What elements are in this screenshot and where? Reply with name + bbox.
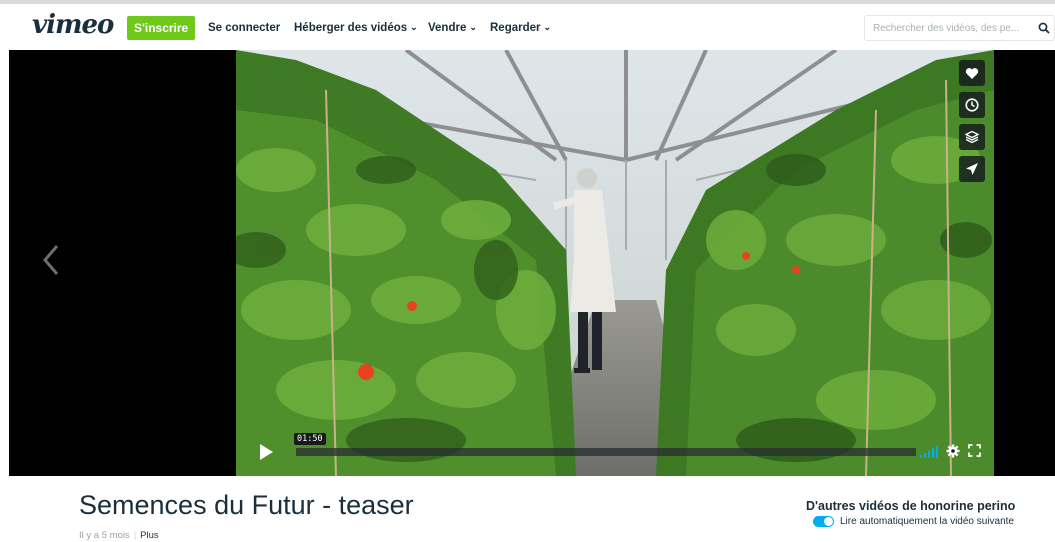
collections-button[interactable]	[959, 124, 985, 150]
share-button[interactable]	[959, 156, 985, 182]
chevron-down-icon: ⌄	[410, 22, 418, 32]
chevron-down-icon: ⌄	[469, 22, 477, 32]
heart-icon	[965, 67, 979, 79]
layers-icon	[965, 130, 979, 144]
vimeo-logo[interactable]: vimeo	[32, 10, 114, 40]
search-icon[interactable]	[1038, 22, 1050, 34]
volume-icon[interactable]	[920, 446, 938, 458]
login-link[interactable]: Se connecter	[208, 22, 280, 34]
search-input[interactable]	[865, 16, 1035, 40]
nav-sell[interactable]: Vendre ⌄	[428, 22, 477, 34]
chevron-left-icon[interactable]	[39, 240, 63, 280]
signup-button[interactable]: S'inscrire	[127, 16, 196, 40]
clock-icon	[965, 98, 979, 112]
search-box	[864, 15, 1055, 41]
autoplay-label: Lire automatiquement la vidéo suivante	[840, 516, 1014, 527]
top-navbar: vimeo S'inscrire Se connecter Héberger d…	[0, 0, 1055, 50]
nav-host-videos[interactable]: Héberger des vidéos ⌄	[294, 22, 418, 34]
chevron-down-icon: ⌄	[543, 22, 552, 32]
nav-watch[interactable]: Regarder ⌄	[490, 22, 551, 34]
send-icon	[966, 163, 978, 175]
watch-later-button[interactable]	[959, 92, 985, 118]
timecode: 01:50	[294, 433, 326, 445]
nav-sell-label: Vendre	[428, 22, 467, 34]
nav-watch-label: Regarder	[490, 22, 541, 34]
video-title: Semences du Futur - teaser	[79, 490, 414, 520]
more-link[interactable]: Plus	[140, 530, 158, 541]
player-controls: 01:50	[236, 433, 994, 468]
posted-date: Il y a 5 mois	[79, 530, 130, 541]
more-videos-heading: D'autres vidéos de honorine perino	[806, 499, 1016, 513]
meta-divider: |	[133, 530, 137, 541]
video-player[interactable]	[9, 50, 1055, 476]
nav-host-videos-label: Héberger des vidéos	[294, 22, 408, 34]
fullscreen-icon[interactable]	[968, 444, 981, 457]
play-icon[interactable]	[256, 442, 276, 462]
video-frame[interactable]	[236, 50, 994, 476]
progress-bar[interactable]	[296, 448, 916, 456]
video-meta: Il y a 5 mois | Plus	[79, 530, 159, 541]
autoplay-row: Lire automatiquement la vidéo suivante	[813, 516, 1014, 527]
autoplay-toggle[interactable]	[813, 516, 834, 527]
like-button[interactable]	[959, 60, 985, 86]
greenhouse-video-image	[236, 50, 994, 476]
gear-icon[interactable]	[946, 444, 960, 458]
